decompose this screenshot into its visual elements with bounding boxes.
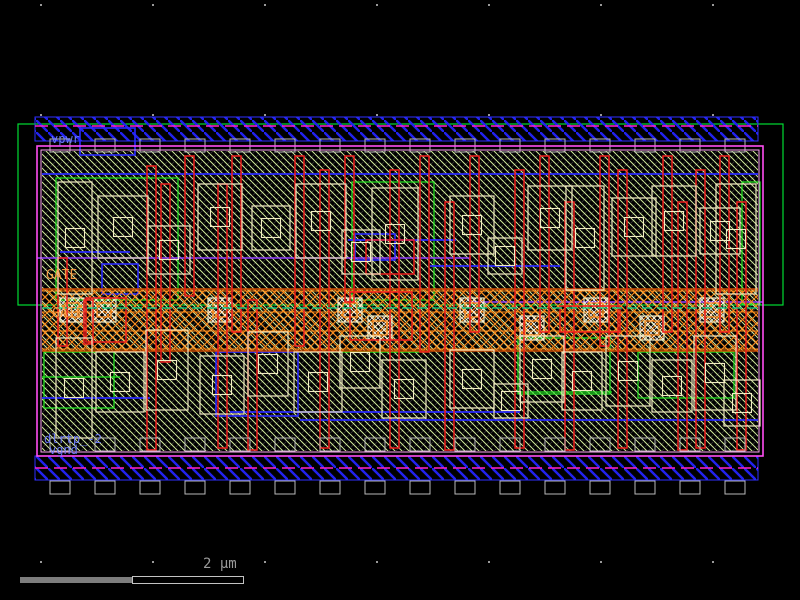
ic-layout-drawing[interactable] — [0, 0, 800, 600]
layout-viewer-canvas[interactable]: vpwr GATE GATE dlrtp_-2 vgnd 2 µm — [0, 0, 800, 600]
scalebar-solid-segment — [20, 577, 132, 583]
scalebar-hollow-segment — [132, 576, 244, 584]
